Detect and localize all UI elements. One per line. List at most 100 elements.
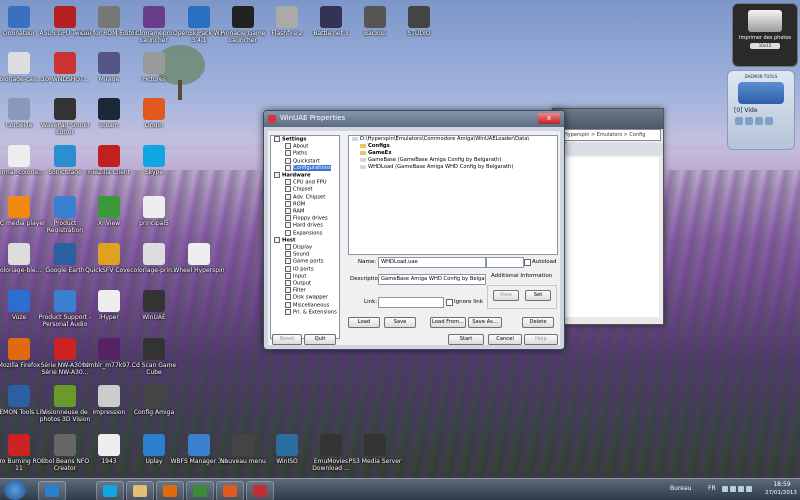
config-list-item[interactable]: WHDLoad (GameBase Amiga WHD Config by Be… xyxy=(349,164,557,171)
desktop-icon[interactable]: Config Amiga xyxy=(124,385,184,416)
tree-item[interactable]: Chipset xyxy=(271,186,339,193)
save-as-button[interactable]: Save As... xyxy=(468,317,502,328)
extra-input[interactable] xyxy=(486,257,524,268)
taskbar-origin-button[interactable] xyxy=(216,481,244,500)
taskbar-winuae-button[interactable] xyxy=(246,481,274,500)
desktop-icon[interactable]: WinUAE xyxy=(124,290,184,321)
tree-item[interactable]: ROM xyxy=(271,200,339,208)
add-drive-icon[interactable] xyxy=(755,117,763,125)
delete-button[interactable]: Delete xyxy=(522,317,554,328)
tree-item[interactable]: Hard drives xyxy=(271,222,339,229)
tree-item-label: Input xyxy=(293,273,307,280)
tree-item[interactable]: RAM xyxy=(271,208,339,215)
load-button[interactable]: Load xyxy=(348,317,380,328)
tree-category[interactable]: Settings xyxy=(271,136,339,143)
language-indicator[interactable]: FR xyxy=(708,485,716,492)
tree-item[interactable]: Adv. Chipset xyxy=(271,193,339,201)
config-list-item[interactable]: GameEx xyxy=(349,150,557,157)
tree-item[interactable]: About xyxy=(271,143,339,150)
taskbar-app-button[interactable] xyxy=(186,481,214,500)
tree-item[interactable]: Filter xyxy=(271,287,339,294)
desktop-icon[interactable]: Origin xyxy=(124,98,184,129)
tree-item[interactable]: Quickstart xyxy=(271,157,339,165)
dialog-titlebar[interactable]: WinUAE Properties x xyxy=(264,111,564,127)
desktop-icon[interactable]: Cd Scan Game Cube xyxy=(124,338,184,376)
tree-item[interactable]: Floppy drives xyxy=(271,215,339,222)
close-button[interactable]: x xyxy=(538,113,560,124)
tree-item[interactable]: CPU and FPU xyxy=(271,179,339,186)
tree-item[interactable]: Pri. & Extensions xyxy=(271,308,339,316)
unmount-icon[interactable] xyxy=(745,117,753,125)
tray-icon-2[interactable] xyxy=(730,486,736,492)
background-explorer-window[interactable]: Hyperspin > Emulators > Config Amiga xyxy=(552,108,664,325)
tree-item[interactable]: Expansions xyxy=(271,229,339,237)
tree-item[interactable]: Output xyxy=(271,280,339,287)
page-icon xyxy=(285,258,291,265)
volume-icon[interactable] xyxy=(746,486,752,492)
desktop-icon-label: Config Amiga xyxy=(133,409,175,416)
daemon-tools-gadget[interactable]: DAEMON TOOLS [0] Vide xyxy=(727,70,795,150)
clock-date[interactable]: 27/01/2013 xyxy=(763,490,799,496)
desktop-icon[interactable]: STUDIO xyxy=(389,6,449,37)
printer-gadget[interactable]: Imprimer des photos 10x15 xyxy=(732,3,798,67)
tree-item[interactable]: Configurations xyxy=(271,164,339,172)
shortcut-icon xyxy=(54,385,76,407)
desktop-toolbar-label[interactable]: Bureau xyxy=(670,485,691,492)
tree-item[interactable]: Disk swapper xyxy=(271,294,339,301)
cancel-button[interactable]: Cancel xyxy=(488,334,522,345)
page-icon xyxy=(285,193,291,200)
desktop-icon[interactable]: Wheel Hyperspin xyxy=(169,243,229,274)
tree-item[interactable]: Display xyxy=(271,244,339,251)
remove-drive-icon[interactable] xyxy=(765,117,773,125)
name-input[interactable]: WHDLoad.uae xyxy=(378,257,486,268)
link-select[interactable] xyxy=(378,297,444,308)
config-list-item[interactable]: D:\Hyperspin\Emulators\Commodore Amiga\W… xyxy=(349,136,557,143)
config-list[interactable]: D:\Hyperspin\Emulators\Commodore Amiga\W… xyxy=(348,135,558,255)
tree-item[interactable]: Game ports xyxy=(271,258,339,265)
clock-time[interactable]: 18:59 xyxy=(765,481,799,488)
tree-item[interactable]: Miscellaneous xyxy=(271,301,339,309)
background-window-address-bar[interactable]: Hyperspin > Emulators > Config Amiga xyxy=(561,129,661,148)
tree-category[interactable]: Host xyxy=(271,236,339,244)
view-button[interactable]: View xyxy=(493,290,519,301)
tree-item[interactable]: IO ports xyxy=(271,265,339,273)
tree-item-label: CPU and FPU xyxy=(293,179,327,186)
save-button[interactable]: Save xyxy=(384,317,416,328)
tree-item-label: Pri. & Extensions xyxy=(293,309,337,316)
shortcut-icon xyxy=(364,434,386,456)
tree-item-label: Adv. Chipset xyxy=(293,194,326,201)
page-icon xyxy=(285,143,291,150)
help-button[interactable]: Help xyxy=(524,334,558,345)
set-button[interactable]: Set xyxy=(525,290,551,301)
desktop-icon-label: PS3 Media Server xyxy=(348,458,402,465)
reset-button[interactable]: Reset xyxy=(272,334,302,345)
start-button-orb[interactable] xyxy=(4,480,26,500)
load-from-button[interactable]: Load From... xyxy=(430,317,466,328)
description-input[interactable]: GameBase Amiga WHD Config by Belgara xyxy=(378,274,486,285)
taskbar-ie-button[interactable] xyxy=(38,481,66,500)
file-icon xyxy=(352,136,358,141)
tray-icon-1[interactable] xyxy=(722,486,728,492)
shortcut-icon xyxy=(8,243,30,265)
taskbar-skype-button[interactable] xyxy=(96,481,124,500)
desktop-icon[interactable]: Pictures xyxy=(124,52,184,83)
autoload-checkbox[interactable] xyxy=(524,259,531,266)
config-list-item[interactable]: GameBase (GameBase Amiga Config by Belga… xyxy=(349,157,557,164)
tree-item[interactable]: Sound xyxy=(271,251,339,258)
desktop-icon[interactable]: Skype xyxy=(124,145,184,176)
taskbar-explorer-button[interactable] xyxy=(126,481,154,500)
quit-button[interactable]: Quit xyxy=(304,334,336,345)
desktop-icon[interactable]: PS3 Media Server xyxy=(345,434,405,465)
mount-icon[interactable] xyxy=(735,117,743,125)
taskbar-firefox-button[interactable] xyxy=(156,481,184,500)
start-button[interactable]: Start xyxy=(448,334,484,345)
config-list-item[interactable]: Configs xyxy=(349,143,557,150)
network-icon[interactable] xyxy=(738,486,744,492)
tree-category[interactable]: Hardware xyxy=(271,172,339,179)
background-window-titlebar[interactable] xyxy=(553,109,663,129)
ignore-link-checkbox[interactable] xyxy=(446,299,453,306)
disc-drive-icon[interactable] xyxy=(738,82,784,104)
desktop-icon[interactable]: principal5 xyxy=(124,196,184,227)
tree-item[interactable]: Input xyxy=(271,272,339,280)
tree-item[interactable]: Paths xyxy=(271,150,339,157)
